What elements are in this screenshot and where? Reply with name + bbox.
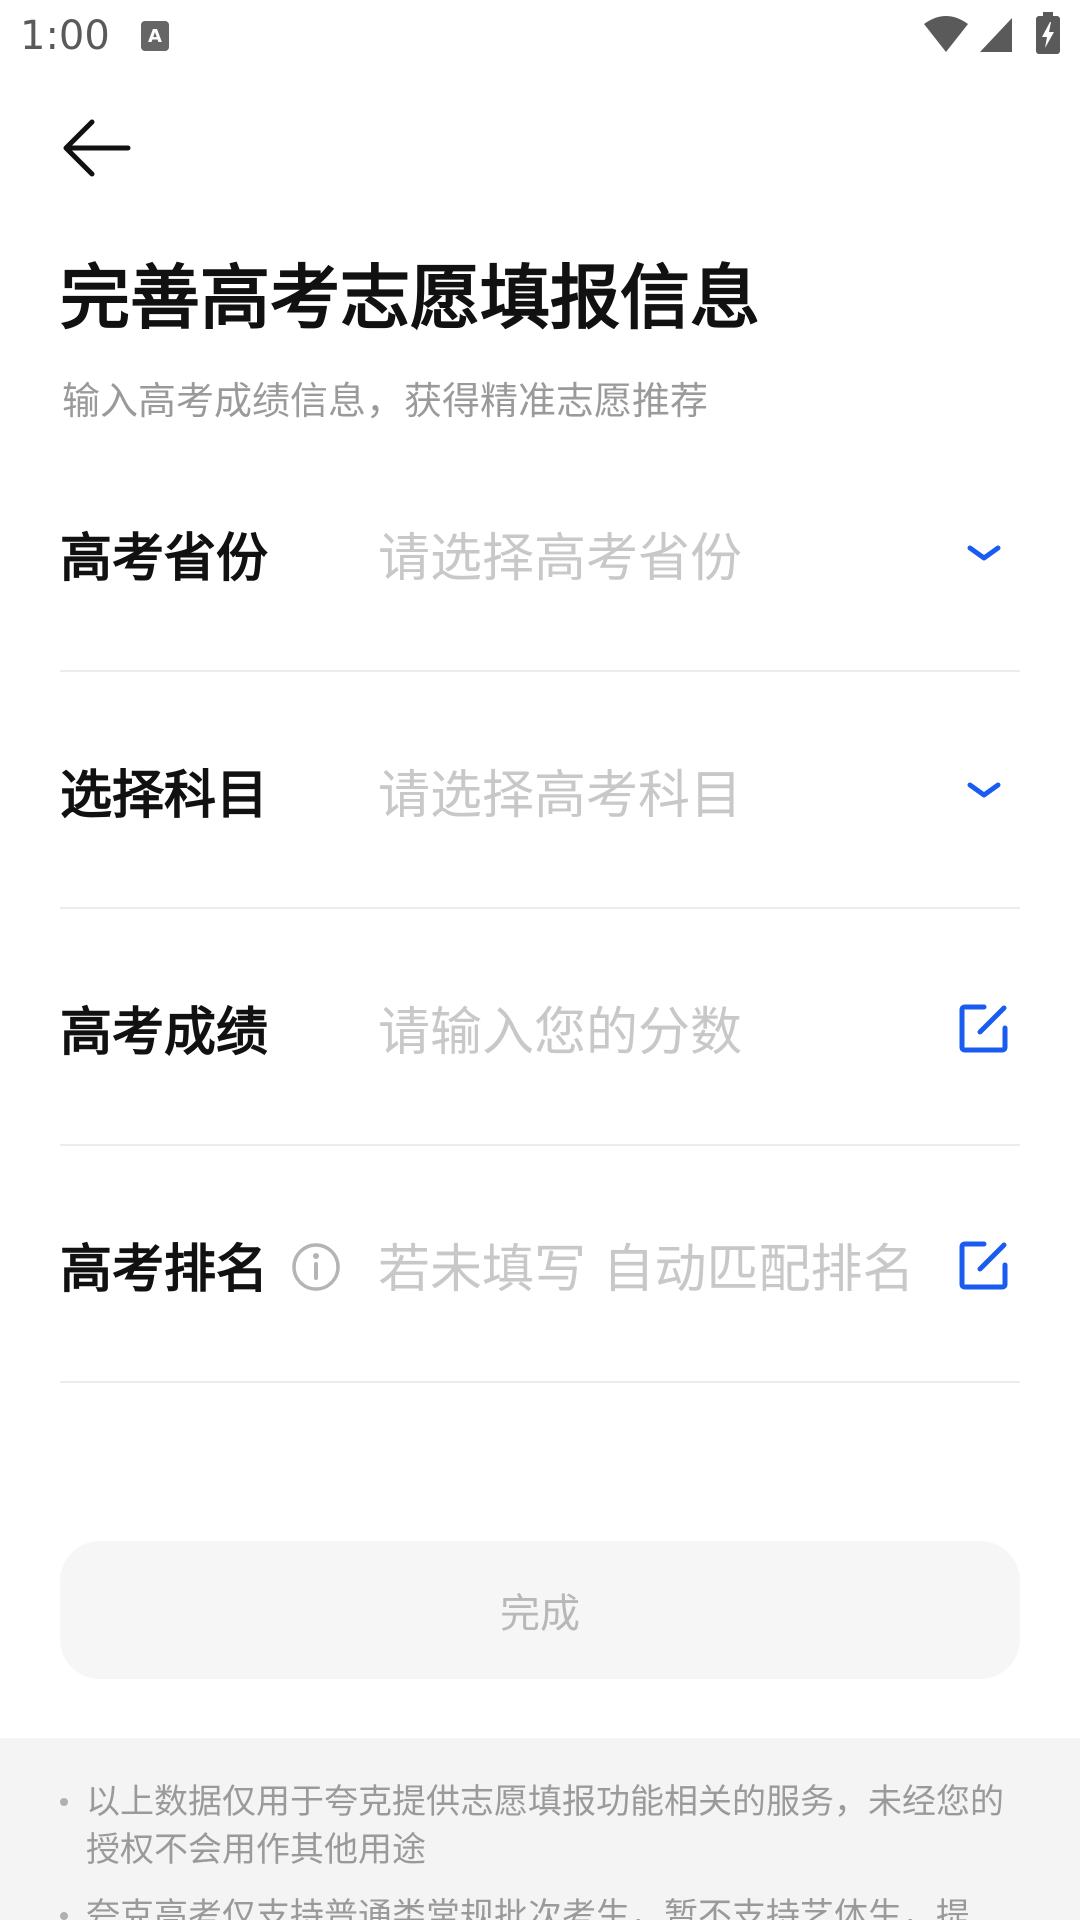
page-title: 完善高考志愿填报信息 bbox=[60, 257, 760, 339]
rank-input[interactable]: 若未填写 自动匹配排名 bbox=[378, 1147, 915, 1381]
score-row[interactable]: 高考成绩 请输入您的分数 bbox=[60, 910, 1020, 1146]
rank-label: 高考排名 bbox=[60, 1239, 269, 1300]
subject-row[interactable]: 选择科目 请选择高考科目 bbox=[60, 673, 1020, 909]
status-time: 1:00 bbox=[20, 13, 110, 59]
note-bullet bbox=[60, 1912, 68, 1920]
note-bullet bbox=[60, 1798, 68, 1806]
subject-select[interactable]: 请选择高考科目 bbox=[378, 673, 742, 907]
keyboard-a-icon: A bbox=[141, 21, 169, 51]
rank-row[interactable]: 高考排名 若未填写 自动匹配排名 bbox=[60, 1147, 1020, 1383]
edit-icon[interactable] bbox=[958, 1239, 1010, 1291]
score-label: 高考成绩 bbox=[60, 1002, 269, 1063]
score-input[interactable]: 请输入您的分数 bbox=[378, 910, 742, 1144]
info-icon[interactable] bbox=[290, 1241, 342, 1293]
edit-icon[interactable] bbox=[958, 1002, 1010, 1054]
province-row[interactable]: 高考省份 请选择高考省份 bbox=[60, 436, 1020, 672]
privacy-note: 以上数据仅用于夸克提供志愿填报功能相关的服务，未经您的授权不会用作其他用途 bbox=[86, 1782, 1004, 1870]
chevron-down-icon[interactable] bbox=[958, 765, 1010, 817]
signal-icon bbox=[980, 18, 1012, 52]
done-button[interactable]: 完成 bbox=[60, 1541, 1020, 1679]
province-select[interactable]: 请选择高考省份 bbox=[378, 436, 742, 670]
status-bar: 1:00 A bbox=[0, 0, 1080, 72]
page-subtitle: 输入高考成绩信息，获得精准志愿推荐 bbox=[62, 379, 709, 423]
province-label: 高考省份 bbox=[60, 528, 269, 589]
battery-charging-icon bbox=[1036, 12, 1060, 54]
svg-text:A: A bbox=[148, 26, 162, 47]
footer-notes: 以上数据仅用于夸克提供志愿填报功能相关的服务，未经您的授权不会用作其他用途 夸克… bbox=[0, 1738, 1080, 1920]
chevron-down-icon[interactable] bbox=[958, 528, 1010, 580]
eligibility-note: 夸克高考仅支持普通类常规批次考生，暂不支持艺体生，提 bbox=[86, 1896, 970, 1920]
back-arrow-icon[interactable] bbox=[58, 116, 134, 180]
subject-label: 选择科目 bbox=[60, 765, 269, 826]
wifi-icon bbox=[924, 16, 968, 52]
